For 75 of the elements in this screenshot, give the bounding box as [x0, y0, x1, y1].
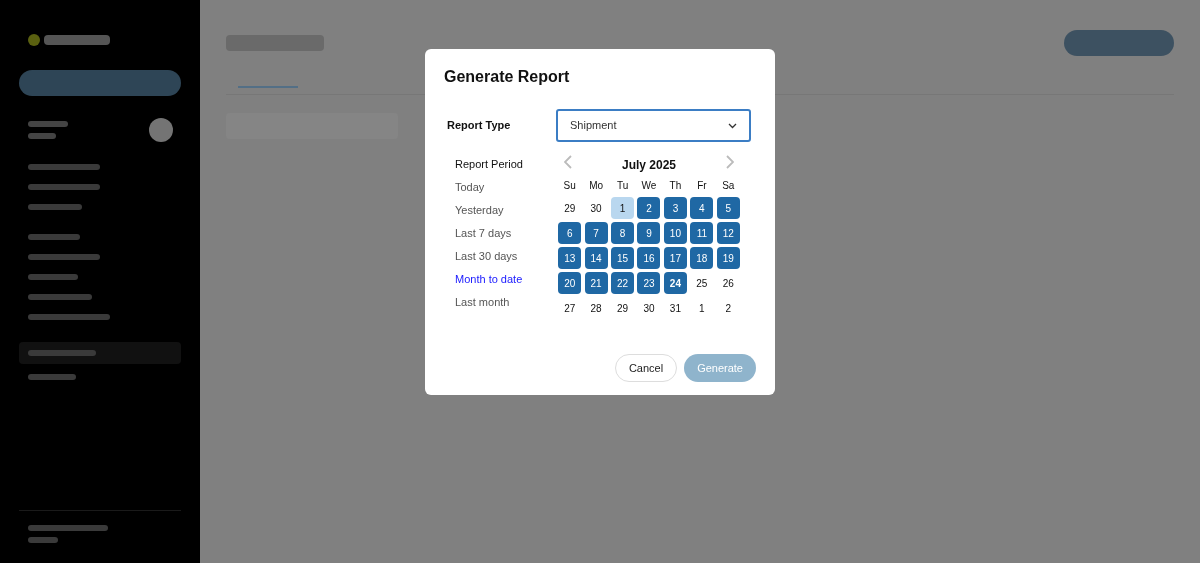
weekday-label: Su — [562, 178, 577, 193]
period-option[interactable]: Today — [455, 179, 558, 196]
calendar-day[interactable]: 22 — [611, 272, 635, 294]
calendar-day[interactable]: 29 — [558, 197, 582, 219]
calendar-day[interactable]: 15 — [611, 247, 635, 269]
period-option[interactable]: Last month — [455, 294, 558, 311]
calendar-day[interactable]: 11 — [690, 222, 714, 244]
calendar-day[interactable]: 20 — [558, 272, 582, 294]
weekday-label: Th — [668, 178, 683, 193]
calendar-day[interactable]: 8 — [611, 222, 635, 244]
calendar-day[interactable]: 7 — [584, 222, 608, 244]
calendar-day[interactable]: 17 — [663, 247, 687, 269]
dialog-title: Generate Report — [444, 67, 571, 87]
calendar-day[interactable]: 16 — [637, 247, 661, 269]
calendar-day[interactable]: 1 — [611, 197, 635, 219]
calendar-day[interactable]: 2 — [637, 197, 661, 219]
calendar-day[interactable]: 1 — [690, 297, 714, 319]
weekday-label: Fr — [696, 178, 708, 193]
weekday-label: Tu — [615, 178, 630, 193]
calendar-day[interactable]: 5 — [716, 197, 740, 219]
calendar-day[interactable]: 13 — [558, 247, 582, 269]
calendar-day[interactable]: 23 — [637, 272, 661, 294]
blurred-label — [28, 374, 76, 380]
period-option[interactable]: Yesterday — [455, 202, 558, 219]
report-type-label: Report Type — [446, 118, 512, 134]
weekday-label: Sa — [721, 178, 736, 193]
highlighted-nav-row[interactable] — [19, 342, 181, 364]
calendar-day[interactable]: 27 — [558, 297, 582, 319]
weekday-label: We — [640, 178, 658, 193]
calendar-day[interactable]: 19 — [716, 247, 740, 269]
calendar-day[interactable]: 3 — [663, 197, 687, 219]
calendar-day[interactable]: 14 — [584, 247, 608, 269]
blurred-label — [28, 537, 58, 543]
pill-button[interactable] — [19, 70, 181, 96]
blurred-label — [28, 234, 80, 240]
calendar-day[interactable]: 12 — [716, 222, 740, 244]
month-title: July 2025 — [621, 157, 676, 174]
blurred-label — [28, 184, 100, 190]
report-period-label: Report Period — [455, 157, 524, 172]
blurred-label — [28, 164, 100, 170]
calendar-day[interactable]: 4 — [690, 197, 714, 219]
calendar-day[interactable]: 29 — [611, 297, 635, 319]
next-month-icon[interactable] — [726, 155, 734, 169]
period-option[interactable]: Last 7 days — [455, 225, 558, 242]
period-option[interactable]: Last 30 days — [455, 248, 558, 265]
blurred-label — [28, 254, 100, 260]
calendar-day[interactable]: 28 — [584, 297, 608, 319]
calendar-day[interactable]: 21 — [584, 272, 608, 294]
period-option[interactable]: Month to date — [455, 271, 558, 288]
calendar-day[interactable]: 6 — [558, 222, 582, 244]
calendar-day[interactable]: 18 — [690, 247, 714, 269]
pill-button[interactable] — [1064, 30, 1174, 56]
round-icon[interactable] — [149, 118, 173, 142]
calendar-day[interactable]: 26 — [716, 272, 740, 294]
chevron-down-icon — [728, 122, 737, 129]
report-type-dropdown[interactable]: Shipment — [556, 109, 751, 142]
calendar-day[interactable]: 25 — [690, 272, 714, 294]
cancel-button[interactable]: Cancel — [614, 354, 678, 382]
logo-bar — [44, 35, 110, 45]
calendar-day[interactable]: 30 — [637, 297, 661, 319]
weekday-label: Mo — [588, 178, 605, 193]
calendar-day[interactable]: 24 — [663, 272, 687, 294]
calendar-day[interactable]: 30 — [584, 197, 608, 219]
calendar-day[interactable]: 10 — [663, 222, 687, 244]
blurred-label — [28, 274, 78, 280]
calendar-day[interactable]: 2 — [716, 297, 740, 319]
blurred-label — [28, 204, 82, 210]
blurred-label — [28, 294, 92, 300]
blurred-label — [28, 350, 96, 356]
blurred-label — [28, 121, 68, 127]
calendar-day[interactable]: 9 — [637, 222, 661, 244]
logo-icon — [28, 34, 40, 46]
previous-month-icon[interactable] — [564, 155, 572, 169]
blurred-label — [28, 133, 56, 139]
calendar-day[interactable]: 31 — [663, 297, 687, 319]
